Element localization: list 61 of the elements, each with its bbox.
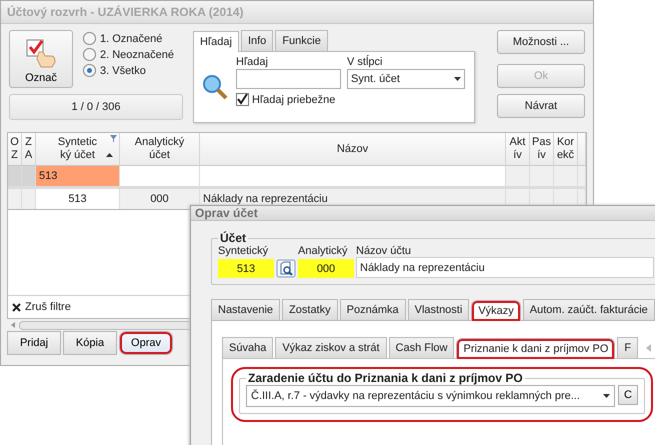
field-label: Analytický <box>298 245 349 257</box>
analytic-field[interactable]: 000 <box>298 259 354 278</box>
column-header[interactable]: Analytický účet <box>120 133 200 166</box>
action-button[interactable]: Návrat <box>497 94 585 118</box>
tab[interactable]: Zostatky <box>282 299 338 320</box>
action-button[interactable]: Kópia <box>63 331 117 355</box>
tab[interactable]: Autom. zaúčt. fakturácie <box>522 299 655 320</box>
dropdown-caret-icon <box>603 394 610 398</box>
synthetic-field[interactable]: 513 <box>218 259 274 278</box>
tab[interactable]: Výkaz ziskov a strát <box>275 337 387 358</box>
field-label: Syntetický <box>218 245 270 257</box>
close-icon <box>12 302 21 312</box>
scroll-left-icon[interactable] <box>646 344 652 352</box>
tab[interactable]: Hľadaj <box>193 31 239 52</box>
tab[interactable]: Poznámka <box>340 299 406 320</box>
account-name-field[interactable]: Náklady na reprezentáciu <box>356 257 654 278</box>
tax-line-dropdown[interactable]: Č.III.A, r.7 - výdavky na reprezentáciu s výnimkou reklamných pre... <box>246 385 615 407</box>
tab[interactable]: Info <box>240 30 274 51</box>
tab[interactable]: Vlastnosti <box>408 299 470 320</box>
lookup-icon[interactable] <box>276 259 296 278</box>
scroll-left-icon[interactable] <box>11 322 15 328</box>
incremental-search-checkbox[interactable]: Hľadaj priebežne <box>236 93 465 106</box>
search-field[interactable] <box>236 69 341 89</box>
field-label: V stĺpci <box>347 56 384 68</box>
radio-option[interactable]: 3. Všetko <box>83 64 174 77</box>
tab[interactable]: Priznanie k dani z príjmov PO <box>456 338 616 359</box>
mark-button[interactable]: Označ <box>9 30 73 88</box>
tab[interactable]: Výkazy <box>471 300 521 321</box>
column-header[interactable]: Syntetic ký účet <box>36 133 120 166</box>
radio-option[interactable]: 2. Neoznačené <box>83 48 174 61</box>
column-header[interactable]: O Z <box>8 133 22 166</box>
group-title: Zaradenie účtu do Priznania k dani z príjmov PO <box>247 371 524 385</box>
column-header[interactable] <box>578 133 586 166</box>
column-header[interactable]: Z A <box>22 133 36 166</box>
filter-cell: 513 <box>36 166 120 186</box>
radio-option[interactable]: 1. Označené <box>83 32 174 45</box>
group-title: Účet <box>219 231 248 245</box>
search-icon <box>202 74 228 100</box>
record-counter: 1 / 0 / 306 <box>9 94 183 120</box>
tab[interactable]: Cash Flow <box>388 337 454 358</box>
action-button[interactable]: Pridaj <box>7 331 61 355</box>
clear-button[interactable]: C <box>618 385 638 405</box>
column-header[interactable]: Kor ekč <box>554 133 578 166</box>
field-label: Názov účtu <box>356 245 412 257</box>
checkbox-hand-icon <box>25 38 57 68</box>
filter-icon[interactable] <box>110 135 117 142</box>
dropdown-caret-icon <box>454 77 461 81</box>
column-header[interactable]: Akt ív <box>506 133 530 166</box>
column-dropdown[interactable]: Synt. účet <box>347 69 465 89</box>
tab[interactable]: Funkcie <box>275 30 328 51</box>
window-title: Účtový rozvrh - UZÁVIERKA ROKA (2014) <box>7 5 244 19</box>
tab[interactable]: F <box>617 337 638 358</box>
action-button[interactable]: Možnosti ... <box>497 30 585 54</box>
table-cell: 000 <box>120 189 200 209</box>
tab[interactable]: Nastavenie <box>211 299 280 320</box>
column-header[interactable]: Pas ív <box>530 133 554 166</box>
tab[interactable]: Súvaha <box>222 337 274 358</box>
column-header[interactable]: Názov <box>200 133 506 166</box>
field-label: Hľadaj <box>236 56 269 68</box>
dialog-title: Oprav účet <box>195 206 258 220</box>
action-button[interactable]: Oprav <box>119 331 173 355</box>
